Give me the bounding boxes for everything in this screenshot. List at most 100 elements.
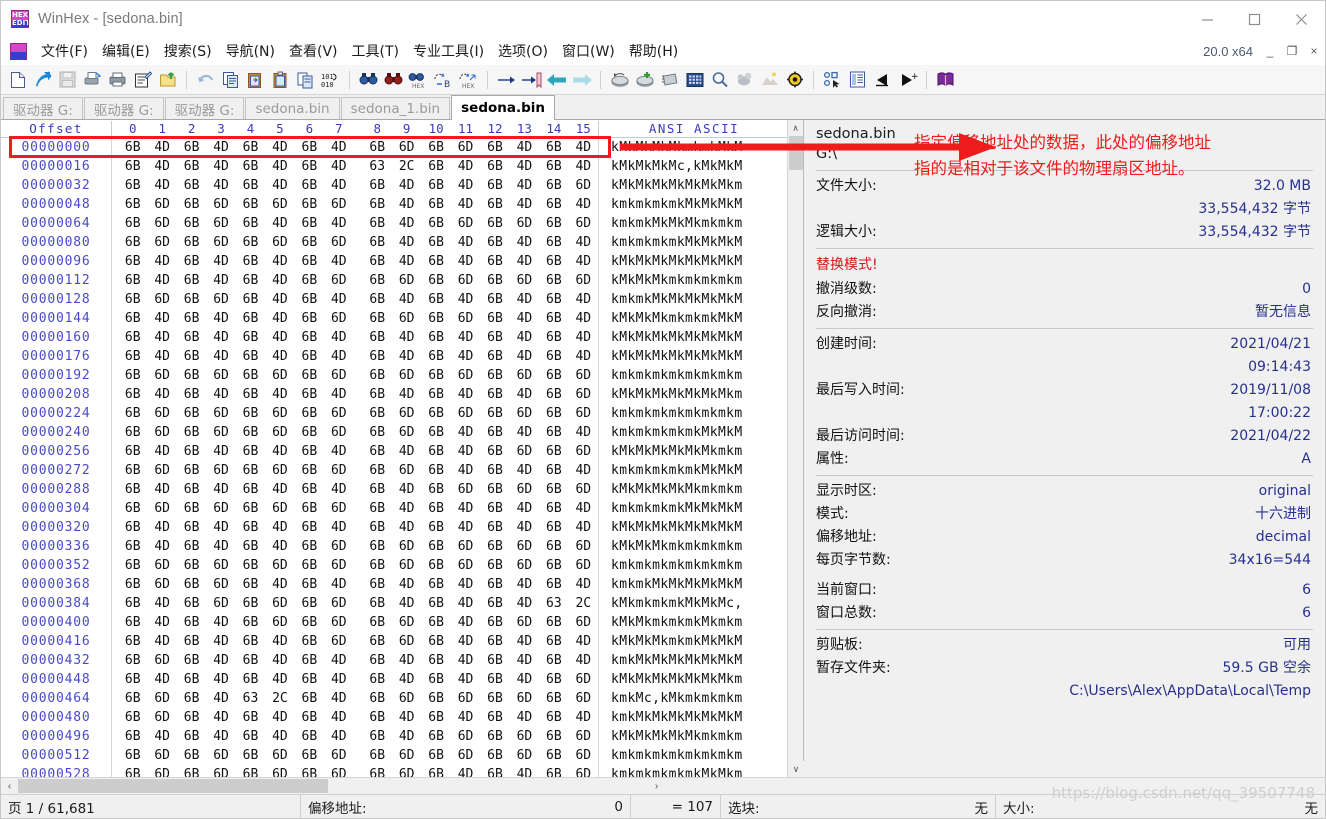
hex-byte[interactable]: 6D: [510, 444, 539, 459]
hex-row-ascii[interactable]: kmkmkMkMkMkMkMkM: [598, 290, 803, 309]
goto-block-icon[interactable]: [519, 68, 544, 92]
hex-byte[interactable]: 6D: [206, 577, 235, 592]
hex-byte[interactable]: 6B: [539, 653, 568, 668]
hex-row[interactable]: 00000160 6B 4D 6B 4D 6B 4D 6B 4D 6B 4D 6B 4D 6B 4D 6B 4D…: [1, 328, 803, 347]
hex-byte[interactable]: 4D: [569, 140, 598, 155]
close-icon[interactable]: [1278, 1, 1325, 37]
hex-byte[interactable]: 6B: [177, 349, 206, 364]
hex-byte[interactable]: 6B: [295, 425, 324, 440]
hex-byte[interactable]: 6B: [539, 140, 568, 155]
hex-byte[interactable]: 6B: [421, 577, 450, 592]
hex-byte[interactable]: 6D: [147, 425, 176, 440]
hex-byte[interactable]: 6B: [421, 197, 450, 212]
hex-byte[interactable]: 6B: [421, 406, 450, 421]
hex-byte[interactable]: 6B: [236, 672, 265, 687]
hex-byte[interactable]: 6B: [539, 482, 568, 497]
hex-byte[interactable]: 6D: [569, 539, 598, 554]
hex-byte[interactable]: 6B: [177, 406, 206, 421]
hex-byte[interactable]: 6D: [392, 615, 421, 630]
hex-row-bytes[interactable]: 6B 4D 6B 4D 6B 4D 6B 6D 6B 6D 6B 6D 6B 6D 6B 6D: [111, 537, 598, 556]
hex-byte[interactable]: 6B: [295, 710, 324, 725]
hex-byte[interactable]: 6B: [295, 406, 324, 421]
hex-byte[interactable]: 4D: [392, 387, 421, 402]
hex-byte[interactable]: 6B: [295, 767, 324, 777]
hex-byte[interactable]: 6B: [539, 539, 568, 554]
hex-row-bytes[interactable]: 6B 6D 6B 6D 6B 6D 6B 6D 6B 6D 6B 4D 6B 4D 6B 4D: [111, 423, 598, 442]
hex-byte[interactable]: 6B: [421, 558, 450, 573]
hex-byte[interactable]: 4D: [206, 159, 235, 174]
hex-byte[interactable]: 6B: [118, 197, 147, 212]
hex-byte[interactable]: 6B: [236, 615, 265, 630]
hex-byte[interactable]: 6B: [177, 292, 206, 307]
hex-byte[interactable]: 4D: [147, 615, 176, 630]
hex-byte[interactable]: 4D: [206, 691, 235, 706]
hex-byte[interactable]: 6B: [236, 653, 265, 668]
hex-byte[interactable]: 4D: [147, 634, 176, 649]
hex-byte[interactable]: 6D: [147, 710, 176, 725]
hex-byte[interactable]: 6D: [265, 235, 294, 250]
hex-byte[interactable]: 6B: [421, 482, 450, 497]
hex-row-ascii[interactable]: kMkMkMkMkMkMkMkm: [598, 670, 803, 689]
hex-byte[interactable]: 4D: [510, 235, 539, 250]
hex-byte[interactable]: 6D: [206, 501, 235, 516]
hex-byte[interactable]: 6B: [539, 406, 568, 421]
hex-byte[interactable]: 6B: [363, 292, 392, 307]
tab-drive-g-2[interactable]: 驱动器 G:: [83, 97, 164, 119]
hex-byte[interactable]: 4D: [206, 634, 235, 649]
hex-byte[interactable]: 4D: [147, 596, 176, 611]
hex-row[interactable]: 00000528 6B 6D 6B 6D 6B 6D 6B 6D 6B 6D 6B 4D 6B 4D 6B 6D…: [1, 765, 803, 777]
hex-byte[interactable]: 4D: [451, 349, 480, 364]
hex-byte[interactable]: 4D: [392, 444, 421, 459]
menu-tools[interactable]: 工具(T): [345, 39, 406, 63]
hex-byte[interactable]: 6B: [236, 748, 265, 763]
hex-byte[interactable]: 6D: [206, 406, 235, 421]
hex-row[interactable]: 00000240 6B 6D 6B 6D 6B 6D 6B 6D 6B 6D 6B 4D 6B 4D 6B 4D…: [1, 423, 803, 442]
hex-byte[interactable]: 4D: [324, 444, 353, 459]
hex-byte[interactable]: 6B: [539, 330, 568, 345]
hex-byte[interactable]: 4D: [265, 311, 294, 326]
hex-byte[interactable]: 6B: [236, 368, 265, 383]
hex-row-ascii[interactable]: kMkmkmkmkMkMkMc,: [598, 594, 803, 613]
paste-into-icon[interactable]: [243, 68, 268, 92]
hex-byte[interactable]: 4D: [147, 330, 176, 345]
hex-byte[interactable]: 6B: [236, 387, 265, 402]
hex-byte[interactable]: 4D: [569, 349, 598, 364]
hex-byte[interactable]: 4D: [265, 482, 294, 497]
hex-row[interactable]: 00000400 6B 4D 6B 4D 6B 6D 6B 6D 6B 6D 6B 4D 6B 6D 6B 6D…: [1, 613, 803, 632]
edit-properties-icon[interactable]: [130, 68, 155, 92]
hex-byte[interactable]: 6B: [295, 368, 324, 383]
hex-byte[interactable]: 6B: [177, 254, 206, 269]
hex-row-bytes[interactable]: 6B 4D 6B 4D 6B 4D 6B 4D 6B 4D 6B 4D 6B 4D 6B 6D: [111, 385, 598, 404]
hex-byte[interactable]: 6D: [206, 463, 235, 478]
hex-row[interactable]: 00000064 6B 6D 6B 6D 6B 4D 6B 4D 6B 4D 6B 6D 6B 6D 6B 6D…: [1, 214, 803, 233]
hex-byte[interactable]: 4D: [265, 710, 294, 725]
hex-byte[interactable]: 6D: [510, 482, 539, 497]
hex-byte[interactable]: 6B: [295, 216, 324, 231]
hex-byte[interactable]: 6D: [206, 235, 235, 250]
hex-byte[interactable]: 6D: [392, 406, 421, 421]
hex-byte[interactable]: 6B: [236, 235, 265, 250]
hex-byte[interactable]: 6B: [236, 292, 265, 307]
hex-byte[interactable]: 6B: [539, 216, 568, 231]
hex-row[interactable]: 00000128 6B 6D 6B 6D 6B 4D 6B 4D 6B 4D 6B 4D 6B 4D 6B 4D…: [1, 290, 803, 309]
hex-byte[interactable]: 6D: [510, 273, 539, 288]
scroll-down-icon[interactable]: ∨: [788, 761, 804, 777]
hex-byte[interactable]: 4D: [451, 596, 480, 611]
hex-byte[interactable]: 4D: [510, 520, 539, 535]
hex-row-ascii[interactable]: kMkMkMkMkMkMkMkM: [598, 347, 803, 366]
hex-byte[interactable]: 6D: [569, 406, 598, 421]
hex-byte[interactable]: 4D: [569, 330, 598, 345]
hex-row-bytes[interactable]: 6B 4D 6B 6D 6B 6D 6B 6D 6B 4D 6B 4D 6B 4D 63 2C: [111, 594, 598, 613]
hex-byte[interactable]: 4D: [324, 482, 353, 497]
hex-byte[interactable]: 6B: [539, 425, 568, 440]
hex-byte[interactable]: 6D: [265, 596, 294, 611]
hex-row-bytes[interactable]: 6B 4D 6B 4D 6B 4D 6B 4D 6B 4D 6B 4D 6B 4D 6B 4D: [111, 252, 598, 271]
hex-byte[interactable]: 4D: [324, 254, 353, 269]
hex-byte[interactable]: 6B: [539, 444, 568, 459]
hex-byte[interactable]: 4D: [392, 292, 421, 307]
hex-byte[interactable]: 6D: [451, 216, 480, 231]
hex-byte[interactable]: 6B: [363, 311, 392, 326]
hex-byte[interactable]: 4D: [206, 273, 235, 288]
hex-byte[interactable]: 4D: [510, 197, 539, 212]
hex-byte[interactable]: 4D: [206, 444, 235, 459]
